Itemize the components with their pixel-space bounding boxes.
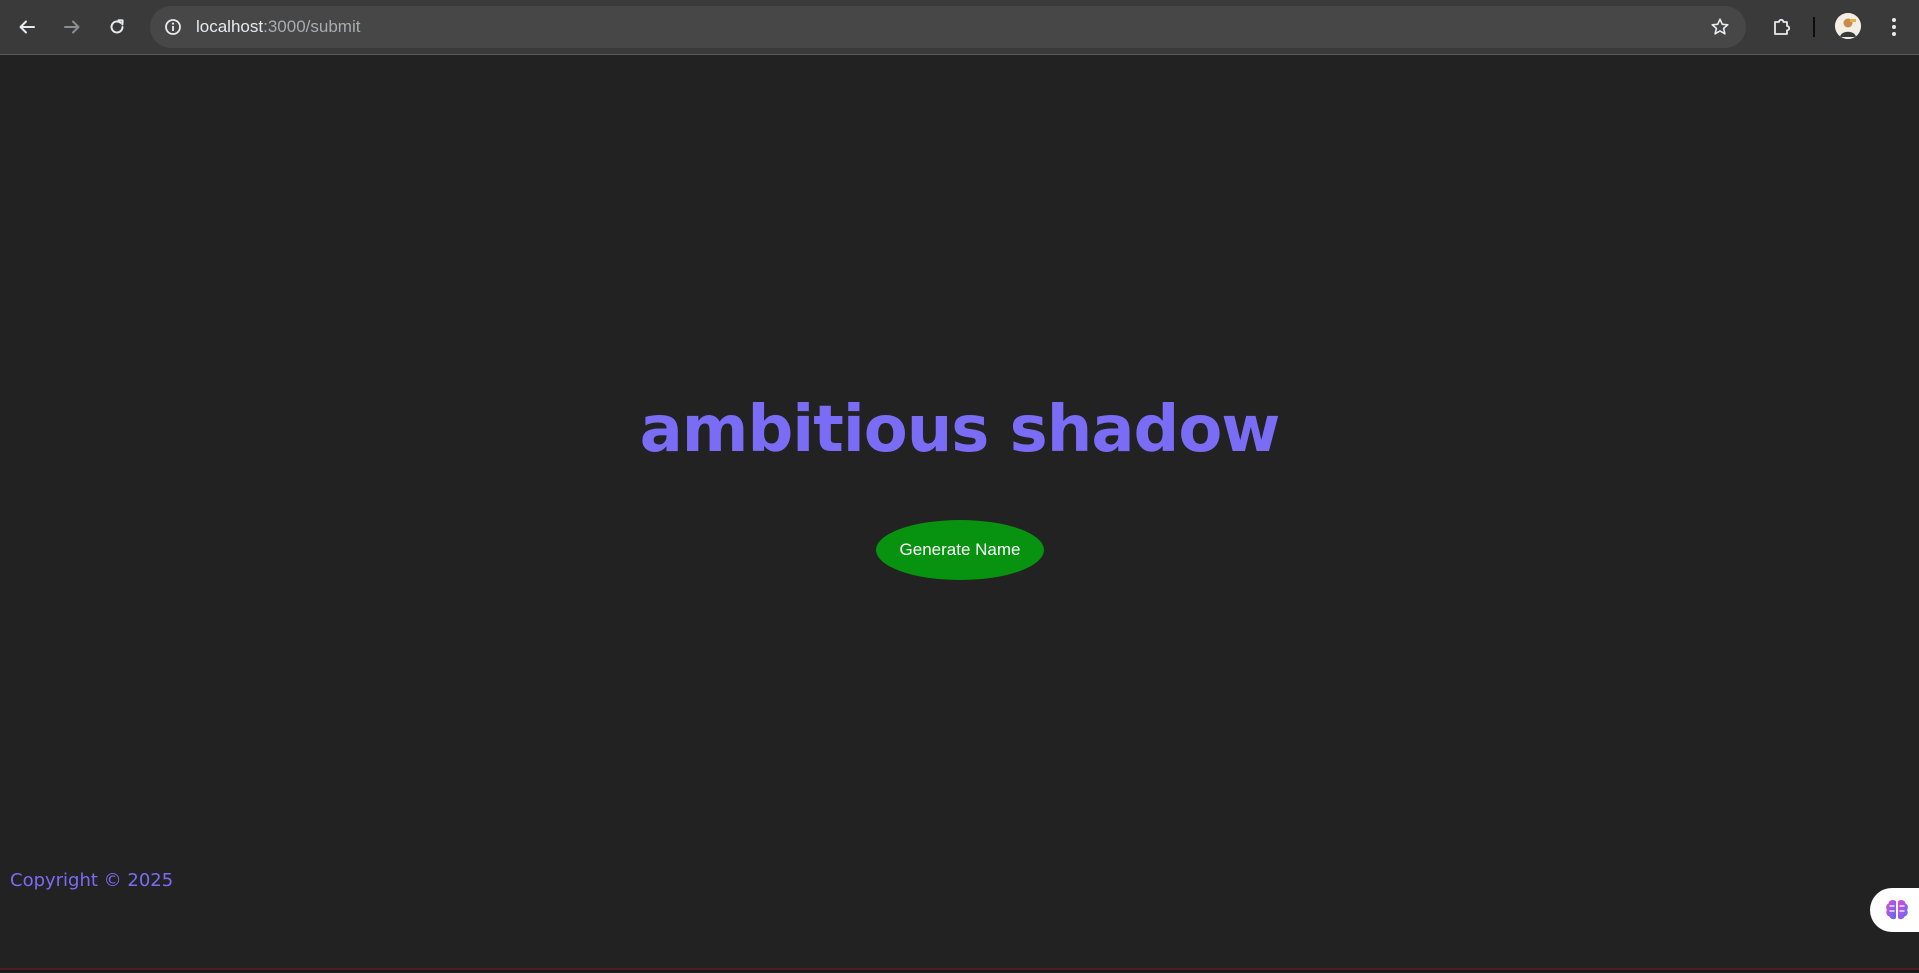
chrome-menu-button[interactable] [1880,13,1908,41]
brain-icon [1886,899,1908,920]
toolbar-divider [1813,17,1815,37]
url-text[interactable]: localhost:3000/submit [196,16,360,38]
generate-name-button[interactable]: Generate Name [876,520,1044,580]
kebab-menu-icon [1892,18,1896,36]
browser-toolbar: localhost:3000/submit [0,0,1919,55]
star-icon [1711,18,1729,35]
url-host: localhost [196,17,264,36]
avatar[interactable] [1835,13,1861,39]
arrow-left-icon [19,20,35,34]
generated-name-heading: ambitious shadow [639,393,1281,467]
floating-extension-button[interactable] [1870,888,1919,932]
address-bar[interactable]: localhost:3000/submit [150,6,1746,48]
back-button[interactable] [13,13,41,41]
copyright-text: Copyright © 2025 [10,870,174,891]
reload-icon [110,19,124,34]
puzzle-icon [1774,18,1791,35]
url-path: :3000/submit [263,17,361,36]
arrow-right-icon [64,20,80,34]
bookmark-button[interactable] [1708,15,1732,39]
page-content [0,56,1919,969]
profile-avatar-icon [1835,13,1861,39]
forward-button[interactable] [58,13,86,41]
reload-button[interactable] [103,13,131,41]
site-info-button[interactable] [158,12,188,42]
info-icon [165,19,181,35]
extensions-button[interactable] [1768,13,1796,41]
